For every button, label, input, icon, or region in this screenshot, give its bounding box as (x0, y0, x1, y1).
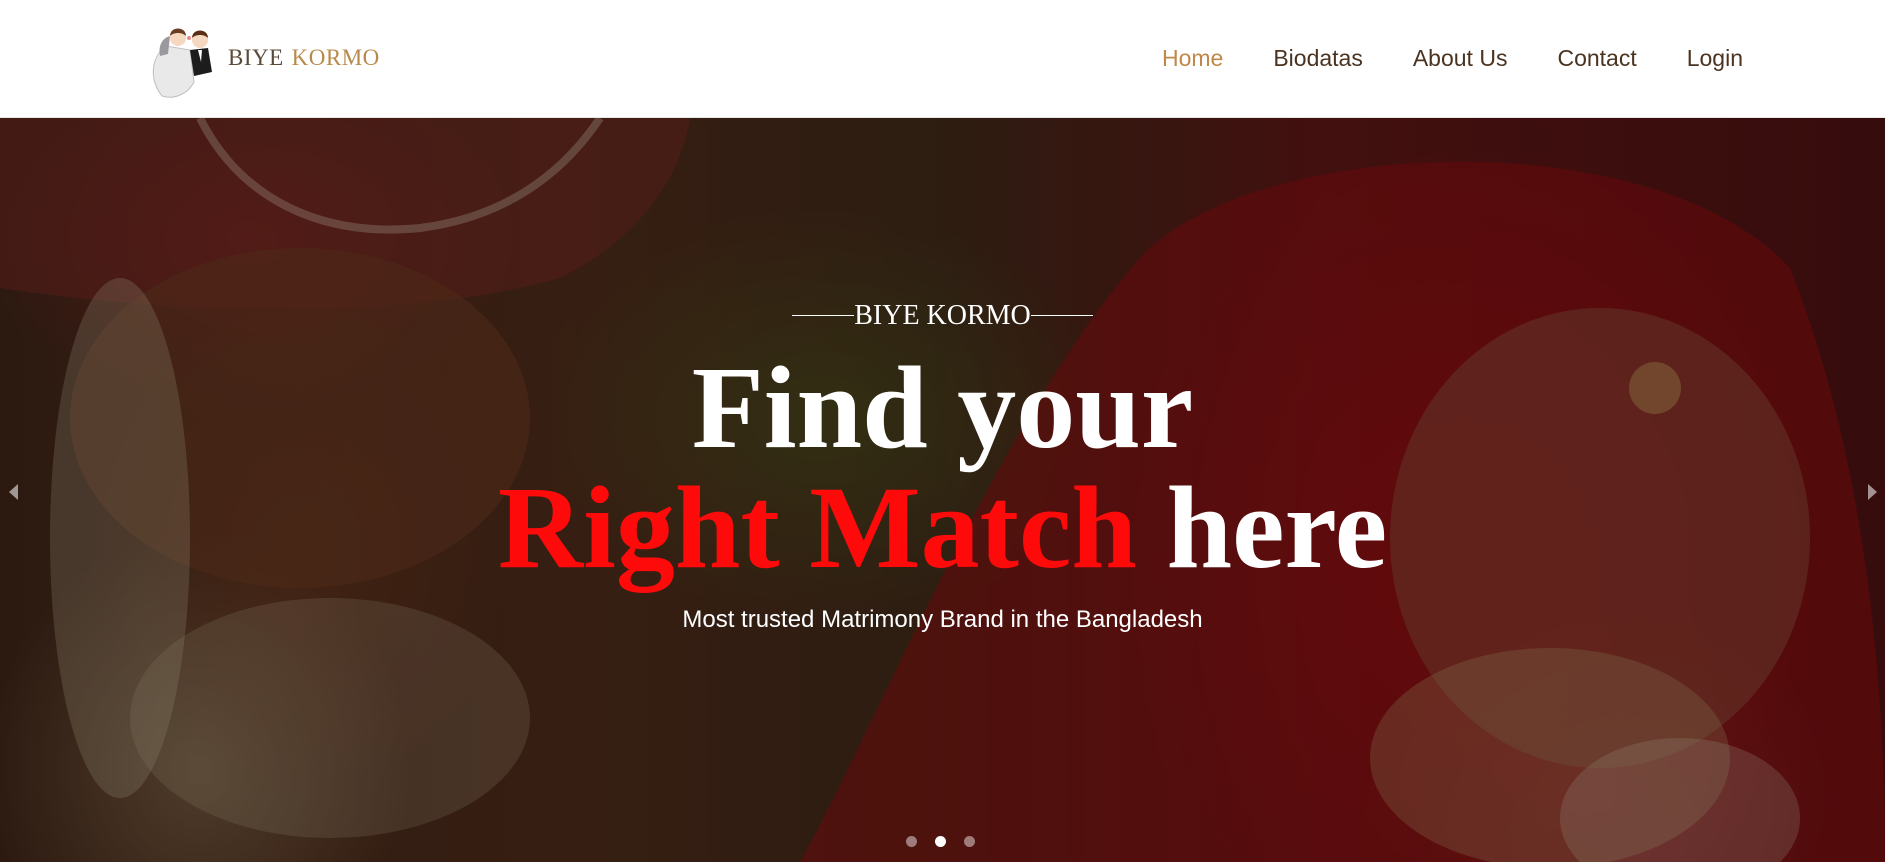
site-logo[interactable]: BIYE KORMO (144, 16, 404, 100)
hero-tagline: Most trusted Matrimony Brand in the Bang… (682, 606, 1203, 633)
nav-login[interactable]: Login (1687, 38, 1743, 78)
slider-dot-3[interactable] (964, 836, 975, 847)
slider-dots (906, 836, 975, 847)
hero-content: BIYE KORMO Find your Right Match here Mo… (0, 118, 1885, 862)
hero-slider: BIYE KORMO Find your Right Match here Mo… (0, 118, 1885, 862)
eyebrow-divider-right (1030, 315, 1093, 317)
hero-headline-highlight: Right Match (497, 462, 1137, 593)
hero-headline-line2: Right Match here (0, 464, 1885, 592)
nav-contact[interactable]: Contact (1557, 38, 1636, 78)
site-header: BIYE KORMO Home Biodatas About Us Contact… (0, 0, 1885, 118)
nav-biodatas[interactable]: Biodatas (1273, 38, 1363, 78)
wedding-couple-logo-icon (152, 28, 212, 98)
logo-text-secondary: KORMO (291, 45, 380, 70)
chevron-right-icon[interactable] (1862, 480, 1882, 504)
hero-eyebrow: BIYE KORMO (0, 300, 1885, 332)
hero-eyebrow-text: BIYE KORMO (854, 300, 1031, 331)
slider-dot-1[interactable] (906, 836, 917, 847)
main-nav: Home Biodatas About Us Contact Login (1112, 38, 1743, 78)
hero-headline-line1: Find your (691, 342, 1194, 473)
hero-headline-rest: here (1166, 462, 1388, 593)
nav-about-us[interactable]: About Us (1413, 38, 1508, 78)
logo-text-primary: BIYE (228, 45, 284, 70)
chevron-left-icon[interactable] (4, 480, 24, 504)
nav-home[interactable]: Home (1162, 38, 1223, 78)
eyebrow-divider-left (792, 315, 855, 317)
slider-dot-2[interactable] (935, 836, 946, 847)
